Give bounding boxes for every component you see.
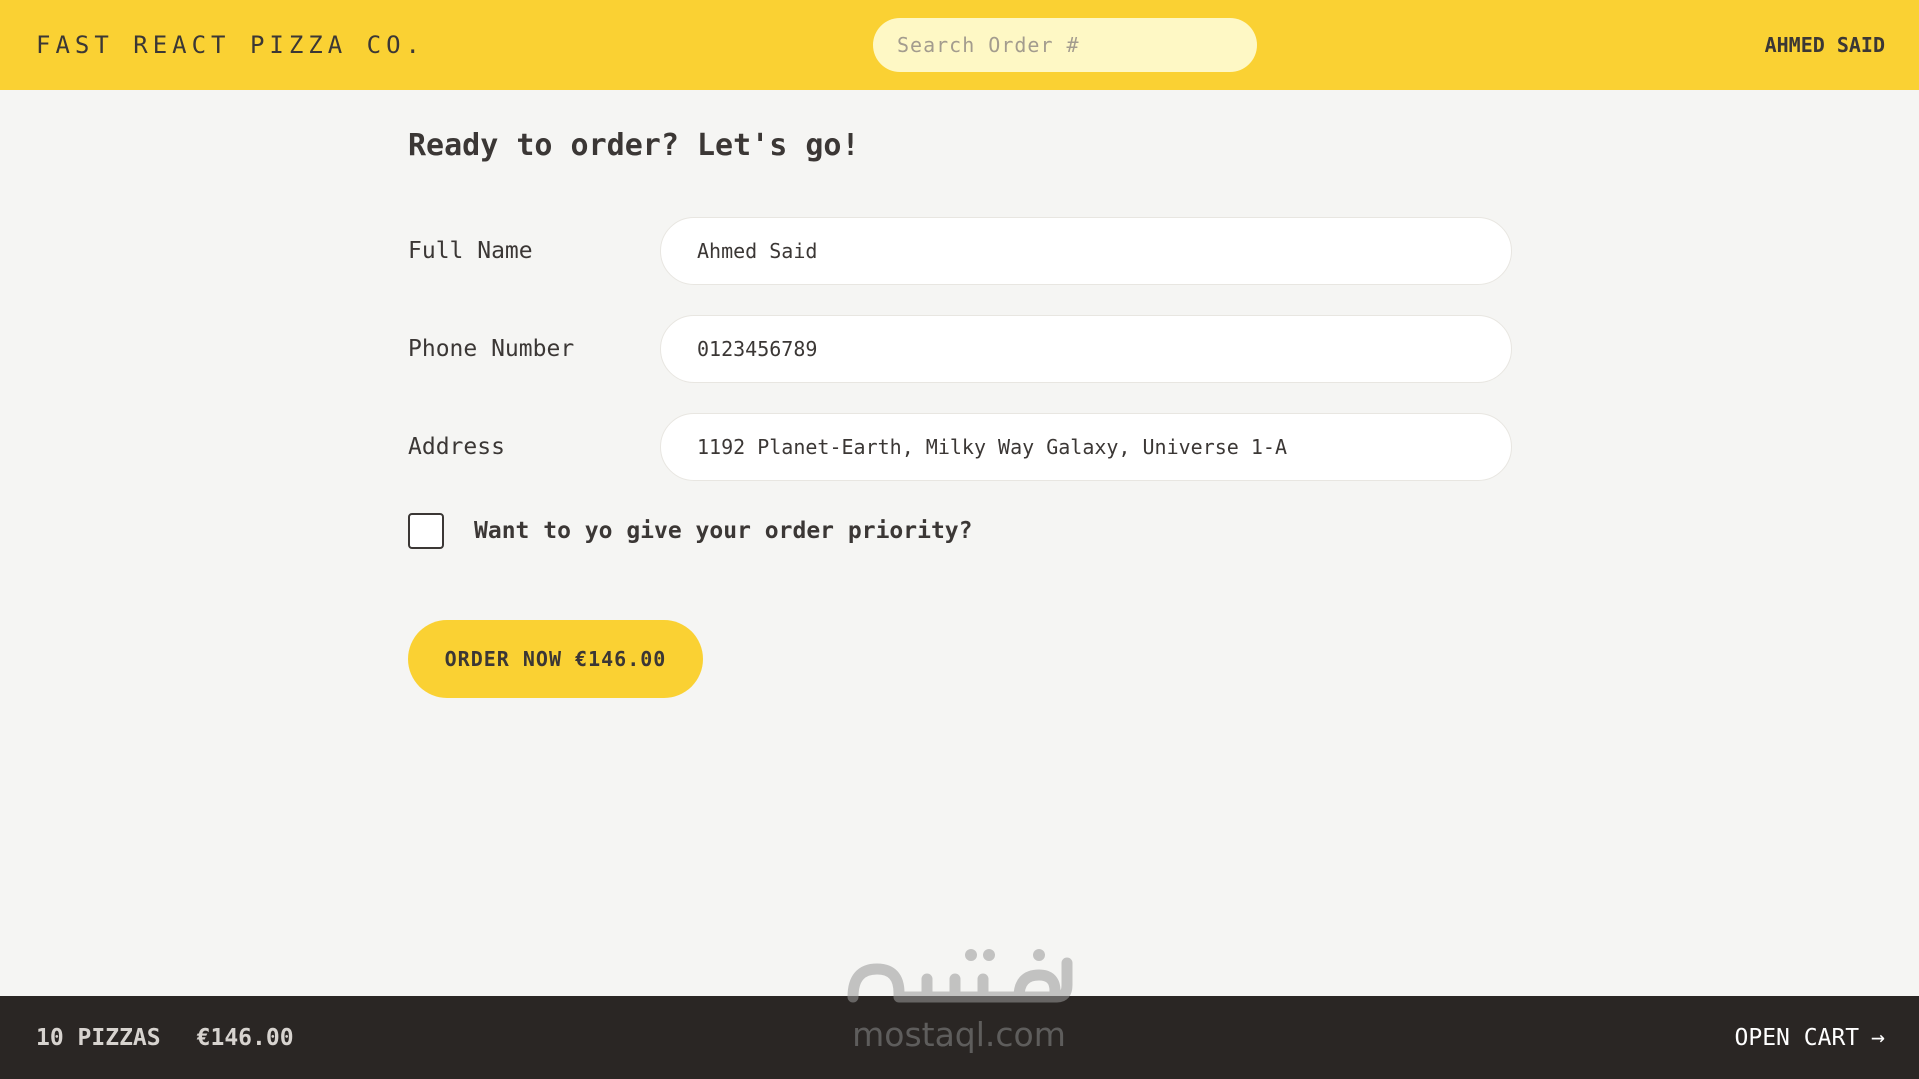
- full-name-input[interactable]: [660, 217, 1512, 285]
- address-row: Address: [408, 413, 1512, 481]
- address-label: Address: [408, 434, 505, 460]
- open-cart-link[interactable]: OPEN CART →: [1735, 996, 1885, 1079]
- priority-checkbox[interactable]: [408, 513, 444, 549]
- address-input[interactable]: [660, 413, 1512, 481]
- phone-number-row: Phone Number: [408, 315, 1512, 383]
- open-cart-label: OPEN CART: [1734, 1024, 1860, 1051]
- phone-number-input[interactable]: [660, 315, 1512, 383]
- priority-label[interactable]: Want to yo give your order priority?: [474, 518, 973, 544]
- user-name: AHMED SAID: [1764, 33, 1885, 57]
- priority-row: Want to yo give your order priority?: [408, 511, 973, 551]
- full-name-row: Full Name: [408, 217, 1512, 285]
- cart-total: €146.00: [196, 1024, 294, 1051]
- phone-number-label: Phone Number: [408, 336, 575, 362]
- search-order-input[interactable]: [873, 18, 1257, 72]
- pizza-count: 10 PIZZAS: [36, 1024, 161, 1051]
- app-logo[interactable]: FAST REACT PIZZA CO.: [36, 0, 425, 90]
- cart-overview-footer: 10 PIZZAS €146.00 OPEN CART →: [0, 996, 1919, 1079]
- arrow-right-icon: →: [1871, 1024, 1885, 1051]
- page-title: Ready to order? Let's go!: [408, 128, 860, 163]
- full-name-label: Full Name: [408, 238, 533, 264]
- top-header: FAST REACT PIZZA CO. AHMED SAID: [0, 0, 1919, 90]
- order-now-button[interactable]: ORDER NOW €146.00: [408, 620, 703, 698]
- cart-summary: 10 PIZZAS €146.00: [36, 996, 294, 1079]
